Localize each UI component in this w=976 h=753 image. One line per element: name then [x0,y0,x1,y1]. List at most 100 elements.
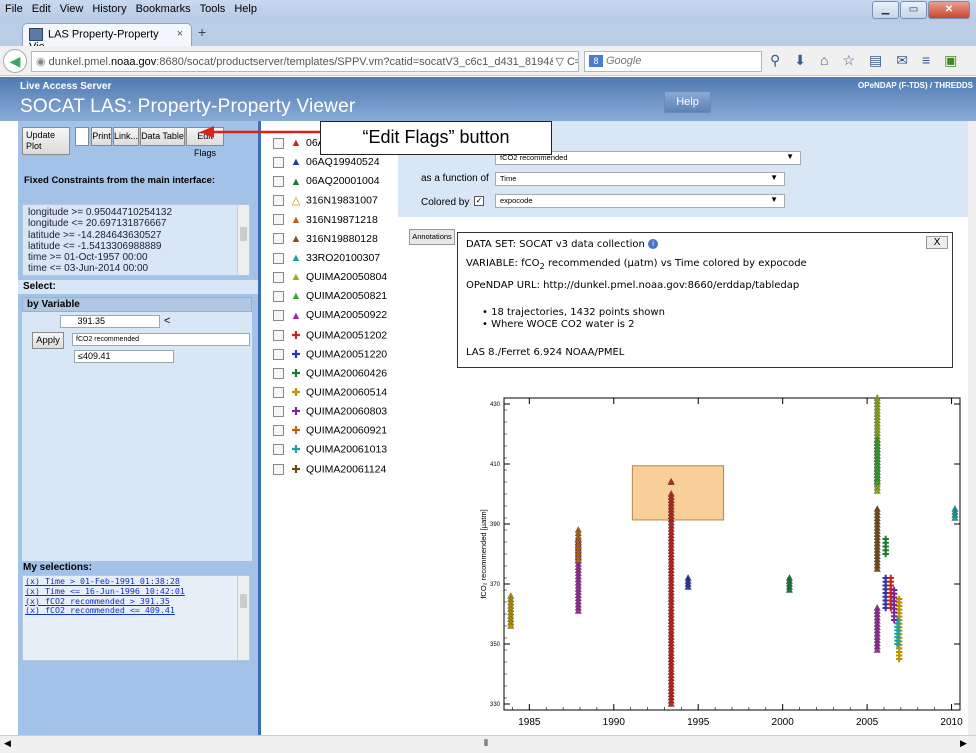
trajectory-checkbox[interactable] [273,233,284,245]
maximize-icon[interactable]: ▭ [900,1,927,19]
trajectory-item[interactable]: ▲ 33RO20100307 [273,252,380,268]
scroll-left-icon[interactable]: ◀ [4,738,11,749]
trajectory-item[interactable]: ▲ QUIMA20050804 [273,271,387,287]
update-plot-button[interactable]: Update Plot [22,127,70,155]
data-table-button[interactable]: Data Table [140,127,185,146]
trajectory-checkbox[interactable] [273,367,284,379]
link-button[interactable]: Link... [113,127,139,146]
search-engine-icon: 8 [589,55,603,67]
trajectory-checkbox[interactable] [273,425,284,437]
y-tick-label: 370 [490,582,501,588]
menu-history[interactable]: History [87,0,130,15]
max-value-input[interactable]: ≤409.41 [74,350,174,363]
menu-file[interactable]: File [0,0,27,15]
tab-close-icon[interactable]: × [177,28,183,40]
page-vertical-scrollbar[interactable] [968,121,976,735]
trajectory-checkbox[interactable] [273,214,284,226]
trajectory-item[interactable]: ▲ 06A [273,137,325,153]
min-value-input[interactable]: 391.35 [60,315,160,328]
trajectory-item[interactable]: ▲ 06AQ20001004 [273,175,380,191]
new-tab-icon[interactable]: + [198,24,206,40]
menu-bookmarks[interactable]: Bookmarks [131,0,195,15]
trajectory-item[interactable]: ▲ QUIMA20050821 [273,290,387,306]
trajectory-checkbox[interactable] [273,195,284,207]
url-bar[interactable]: ◉ dunkel.pmel.noaa.gov:8680/socat/produc… [31,51,579,72]
trajectory-item[interactable]: ✚ QUIMA20051202 [273,329,387,345]
trajectory-item[interactable]: ▲ 316N19871218 [273,214,378,230]
as-function-label: as a function of [421,173,489,184]
update-checkbox[interactable] [75,127,89,146]
trajectory-item[interactable]: ✚ QUIMA20051220 [273,348,387,364]
trajectory-item[interactable]: ✚ QUIMA20061013 [273,443,387,459]
search-icon[interactable]: ⚲ [770,52,780,69]
trajectory-item[interactable]: ✚ QUIMA20061124 [273,463,386,479]
trajectory-item[interactable]: △ 316N19831007 [273,194,378,210]
trajectory-name: QUIMA20051202 [306,329,388,341]
trajectory-item[interactable]: ▲ 316N19880128 [273,233,378,249]
minimize-icon[interactable]: ▁ [872,1,899,19]
info-icon[interactable]: i [648,239,659,249]
dataset-text: DATA SET: SOCAT v3 data collection [466,239,645,250]
bookmark-star-icon[interactable]: ☆ [842,52,855,69]
trajectory-item[interactable]: ▲ QUIMA20050922 [273,309,387,325]
trajectory-item[interactable]: ✚ QUIMA20060426 [273,367,387,383]
download-icon[interactable]: ⬇ [794,52,806,69]
menu-icon[interactable]: ≡ [922,52,930,69]
trajectory-checkbox[interactable] [273,406,284,418]
variable-select[interactable]: fCO2 recommended [72,333,250,346]
property-plot[interactable]: 1985 1990 1995 2000 2005 2010 330 350 370 390 410 4… [462,380,968,735]
trajectory-item[interactable]: ✚ QUIMA20060803 [273,405,387,421]
trajectory-checkbox[interactable] [273,386,284,398]
trajectory-item[interactable]: ✚ QUIMA20060921 [273,424,387,440]
selections-scrollbar[interactable] [237,576,249,660]
home-icon[interactable]: ⌂ [820,52,828,69]
trajectory-checkbox[interactable] [273,348,284,360]
constraints-scrollbar[interactable] [237,205,249,275]
menu-view[interactable]: View [55,0,88,15]
trajectory-item[interactable]: ▲ 06AQ19940524 [273,156,380,172]
constraint: longitude <= 20.697131876667 [28,218,167,230]
trajectory-checkbox[interactable] [273,156,284,168]
opendap-link[interactable]: OPeNDAP (F-TDS) / THREDDS [858,81,973,90]
reload-icon[interactable]: ▽ C [552,55,575,68]
menu-edit[interactable]: Edit [27,0,55,15]
search-input[interactable]: 8 Google [584,51,762,72]
x-variable-select[interactable]: Time ▼ [495,172,785,186]
scroll-right-icon[interactable]: ▶ [960,738,967,749]
trajectory-checkbox[interactable] [273,329,284,341]
annotations-button[interactable]: Annotations [409,229,455,245]
by-variable-tab[interactable]: by Variable [22,297,252,312]
trajectory-checkbox[interactable] [273,137,284,149]
extension-icon[interactable]: ▣ [944,52,957,69]
menu-tools[interactable]: Tools [195,0,230,15]
selection-link[interactable]: (x) fCO2 recommended <= 409.41 [25,606,247,616]
menu-help[interactable]: Help [229,0,261,15]
trajectory-checkbox[interactable] [273,252,284,264]
y-tick-label: 410 [490,462,501,468]
back-icon[interactable]: ◀ [3,49,27,73]
addon-icon[interactable]: ✉ [896,52,908,69]
scroll-grip-icon[interactable]: ⦀ [484,738,488,749]
trajectory-checkbox[interactable] [273,463,284,475]
print-button[interactable]: Print [91,127,112,146]
help-button[interactable]: Help [664,91,711,113]
trajectory-checkbox[interactable] [273,444,284,456]
trajectory-checkbox[interactable] [273,271,284,283]
color-variable-select[interactable]: expocode ▼ [495,194,785,208]
edit-flags-callout: “Edit Flags” button [320,121,552,155]
browser-tab[interactable]: LAS Property-Property Vie... × [22,23,192,53]
bookmarks-icon[interactable]: ▤ [869,52,882,69]
page-horizontal-scrollbar[interactable]: ◀ ⦀ ▶ [0,735,976,753]
trajectory-checkbox[interactable] [273,310,284,322]
my-selections-header: My selections: [18,561,258,575]
trajectory-checkbox[interactable] [273,176,284,188]
close-icon[interactable]: ✕ [928,1,970,19]
close-annotations-button[interactable]: X [926,236,948,249]
trajectory-checkbox[interactable] [273,290,284,302]
x-variable-value: Time [500,174,517,183]
apply-button[interactable]: Apply [32,332,64,349]
colored-by-checkbox[interactable]: ✓ [474,196,484,206]
trajectory-name: QUIMA20060921 [306,424,388,437]
trajectory-item[interactable]: ✚ QUIMA20060514 [273,386,387,402]
trajectory-symbol-icon: ✚ [291,348,301,361]
